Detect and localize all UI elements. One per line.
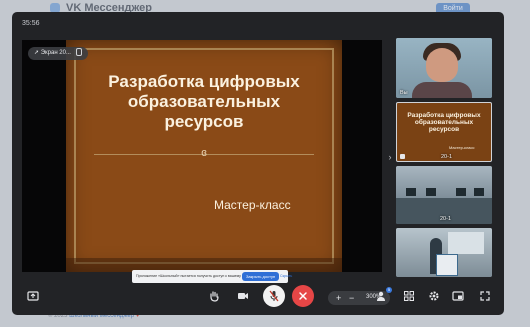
end-call-button[interactable] (292, 285, 314, 307)
stop-share-button[interactable]: Закрыть доступ (242, 272, 280, 281)
monitor-shape (426, 188, 436, 196)
mic-button[interactable] (263, 285, 285, 307)
grid-view-button[interactable] (401, 285, 417, 307)
participant-label: Вы (400, 90, 408, 96)
participant-tile-speaker[interactable] (396, 228, 492, 277)
fullscreen-icon (480, 291, 490, 301)
participant-label: 20-1 (441, 154, 453, 160)
hang-up-icon (299, 292, 307, 300)
participant-tile-self[interactable]: Вы (396, 38, 492, 98)
mini-slide-title: Разработка цифровых образовательных ресу… (407, 112, 481, 133)
screen-badge-label: Экран 20... (40, 50, 71, 56)
participant-tile-screen[interactable]: Разработка цифровых образовательных ресу… (396, 102, 492, 162)
screen-share-badge: ➚ Экран 20... (28, 47, 88, 60)
monitor-shape (456, 188, 466, 196)
shared-screen-slide: Разработка цифровых образовательных ресу… (66, 40, 342, 272)
participant-label: 20-1 (440, 216, 452, 222)
pin-icon: ➚ (34, 50, 40, 56)
screen-icon (400, 154, 405, 159)
pip-button[interactable] (450, 285, 466, 307)
slide-subtitle: Мастер-класс (214, 198, 291, 212)
share-icon (27, 291, 39, 301)
slide-title-line2: образовательных (127, 92, 281, 111)
screen-share-notice: Приложение «Школьный» пытается получить … (132, 270, 292, 283)
participants-button[interactable]: 5 (374, 285, 392, 307)
mini-slide-subtitle: Мастер-класс (449, 145, 475, 150)
call-timer: 35:56 (22, 20, 40, 27)
monitor-shape (406, 188, 416, 196)
slide-title: Разработка цифровых образовательных ресу… (76, 72, 332, 132)
chevron-right-icon[interactable]: › (386, 151, 394, 163)
camera-icon (238, 293, 248, 299)
slide-title-line3: ресурсов (164, 112, 244, 131)
grid-icon (404, 291, 414, 301)
gear-icon (429, 291, 439, 301)
raise-hand-button[interactable] (203, 285, 225, 307)
fullscreen-button[interactable] (477, 285, 493, 307)
slide-ornament-icon: ɞ (201, 147, 207, 159)
picture-in-picture-icon (452, 291, 464, 301)
call-window: 35:56 Разработка цифровых образовательны… (12, 12, 504, 315)
share-notice-text: Приложение «Школьный» пытается получить … (136, 274, 254, 278)
hide-notice-link[interactable]: Скрыть (280, 274, 292, 278)
camera-button[interactable] (232, 285, 254, 307)
participants-count-badge: 5 (386, 287, 392, 293)
participant-tile-classroom[interactable]: 20-1 (396, 166, 492, 224)
participant-face (426, 48, 458, 82)
slide-title-line1: Разработка цифровых (108, 72, 300, 91)
zoom-in-button[interactable]: + (336, 292, 341, 304)
zoom-out-button[interactable]: − (349, 292, 354, 304)
mic-icon (75, 48, 82, 57)
settings-button[interactable] (426, 285, 442, 307)
monitor-shape (474, 188, 484, 196)
main-video[interactable]: Разработка цифровых образовательных ресу… (22, 40, 390, 305)
projector-screen (448, 232, 484, 254)
raise-hand-icon (210, 291, 219, 302)
participant-body (412, 82, 472, 98)
share-screen-button[interactable] (22, 285, 44, 307)
banner-stand (436, 254, 458, 276)
mic-off-icon (269, 290, 279, 302)
